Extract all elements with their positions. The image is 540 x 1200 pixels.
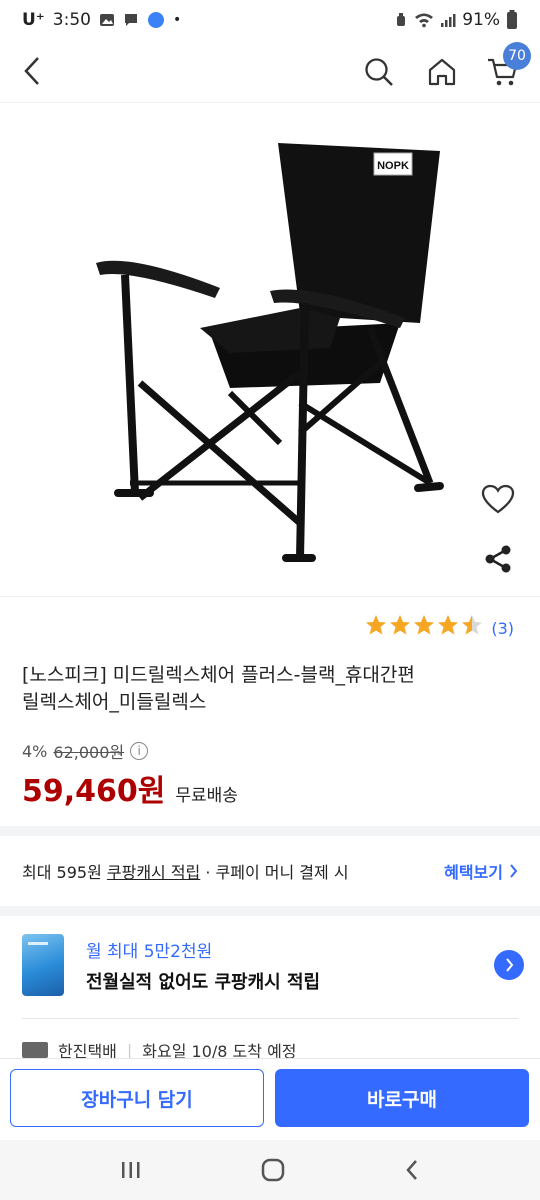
home-icon — [428, 58, 456, 86]
home-button[interactable] — [422, 52, 462, 92]
delivery-row: 한진택배 | 화요일 10/8 도착 예정 — [22, 1040, 297, 1060]
coupang-cash-link[interactable]: 쿠팡캐시 적립 — [107, 859, 200, 883]
cash-benefit-row: 최대 595원 쿠팡캐시 적립 · 쿠페이 머니 결제 시 혜택보기 — [22, 846, 518, 896]
app-bar: 70 — [0, 40, 540, 102]
status-bar: U⁺ 3:50 • 91% — [0, 0, 540, 40]
recent-apps-icon[interactable] — [120, 1160, 142, 1180]
shipping-label: 무료배송 — [175, 786, 238, 806]
share-button[interactable] — [478, 539, 518, 579]
back-button[interactable] — [14, 52, 50, 90]
alarm-icon — [397, 13, 406, 26]
product-title-line2: 릴렉스체어_미들릴렉스 — [22, 691, 207, 713]
card-promo-line2: 전월실적 없어도 쿠팡캐시 적립 — [86, 971, 321, 993]
back-nav-icon[interactable] — [404, 1159, 420, 1181]
clock: 3:50 — [52, 10, 91, 30]
cash-benefit-suffix: · 쿠페이 머니 결제 시 — [200, 863, 349, 882]
share-icon — [485, 545, 511, 573]
chevron-right-icon — [505, 958, 513, 972]
delivery-carrier: 한진택배 — [58, 1042, 117, 1060]
card-promo-banner[interactable]: 월 최대 5만2천원 전월실적 없어도 쿠팡캐시 적립 — [22, 930, 524, 1000]
add-to-cart-button[interactable]: 장바구니 담기 — [10, 1069, 264, 1127]
wifi-icon — [415, 13, 434, 28]
wishlist-button[interactable] — [478, 479, 518, 519]
chat-icon — [124, 14, 137, 26]
more-dot-icon: • — [172, 12, 182, 28]
credit-card-image — [22, 934, 64, 996]
signal-icon — [441, 14, 456, 27]
home-nav-icon[interactable] — [261, 1158, 285, 1182]
system-nav-bar — [0, 1140, 540, 1200]
original-price-row: 4% 62,000원 i — [22, 739, 149, 763]
cart-button[interactable]: 70 — [483, 42, 531, 92]
product-title: [노스피크] 미드릴렉스체어 플러스-블랙_휴대간편 릴렉스체어_미들릴렉스 — [22, 662, 512, 716]
original-price: 62,000원 — [53, 743, 125, 762]
product-rating[interactable]: (3) — [365, 614, 514, 642]
battery-icon — [507, 10, 517, 29]
buy-now-button[interactable]: 바로구매 — [275, 1069, 529, 1127]
cart-count-badge: 70 — [503, 42, 531, 70]
product-image[interactable]: NOPK — [0, 102, 540, 597]
view-benefits-link[interactable]: 혜택보기 — [444, 859, 518, 883]
chair-image: NOPK — [96, 143, 444, 562]
star-icon — [366, 615, 483, 635]
card-promo-arrow-button[interactable] — [494, 950, 524, 980]
discount-rate: 4% — [22, 741, 48, 761]
card-promo-line1: 월 최대 5만2천원 — [86, 941, 213, 962]
battery-level: 91% — [462, 10, 500, 30]
search-icon — [365, 58, 393, 86]
heart-icon — [481, 484, 515, 514]
truck-icon — [22, 1042, 48, 1058]
rating-stars — [365, 614, 483, 642]
product-title-line1: [노스피크] 미드릴렉스체어 플러스-블랙_휴대간편 — [22, 664, 415, 686]
section-divider — [0, 826, 540, 836]
sale-price-row: 59,460원 무료배송 — [22, 766, 238, 810]
chevron-left-icon — [24, 57, 39, 85]
carrier-label: U⁺ — [22, 10, 45, 30]
view-benefits-label: 혜택보기 — [444, 863, 503, 882]
app-notification-icon — [147, 12, 164, 28]
sale-price: 59,460원 — [22, 774, 166, 809]
chevron-right-icon — [510, 864, 518, 878]
gallery-icon — [99, 14, 114, 26]
info-icon[interactable]: i — [130, 742, 149, 760]
divider — [22, 1018, 518, 1019]
delivery-eta: 화요일 10/8 도착 예정 — [142, 1042, 297, 1060]
rating-count: (3) — [491, 618, 514, 638]
section-divider — [0, 906, 540, 916]
bottom-action-bar: 장바구니 담기 바로구매 — [0, 1058, 540, 1140]
cash-benefit-prefix: 최대 595원 — [22, 863, 107, 882]
search-button[interactable] — [359, 52, 399, 92]
chair-logo: NOPK — [377, 160, 409, 172]
